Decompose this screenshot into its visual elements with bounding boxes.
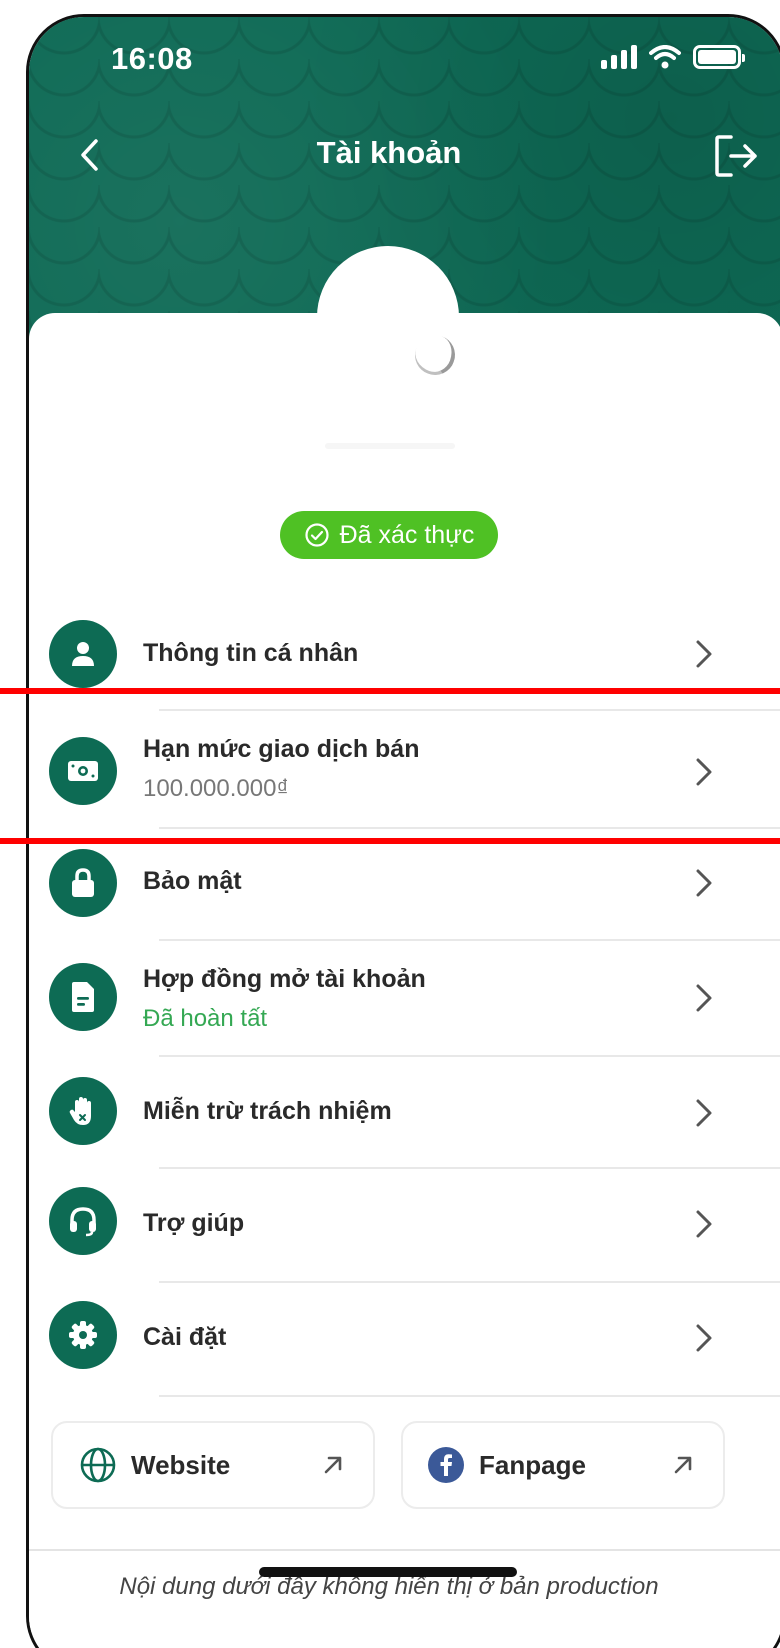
- highlight-line-top: [0, 688, 780, 694]
- person-icon: [49, 620, 117, 688]
- fanpage-label: Fanpage: [479, 1449, 586, 1480]
- website-label: Website: [131, 1449, 231, 1480]
- headset-icon: [49, 1187, 117, 1255]
- menu-title: Miễn trừ trách nhiệm: [143, 1097, 392, 1125]
- document-icon: [49, 963, 117, 1031]
- gear-icon: [49, 1301, 117, 1369]
- footer-note: Nội dung dưới đây không hiển thị ở bản p…: [119, 1573, 659, 1600]
- menu-item-sell-limit[interactable]: Hạn mức giao dịch bán 100.000.000₫: [29, 717, 780, 827]
- footer-divider: [29, 1549, 780, 1551]
- divider: [159, 939, 780, 941]
- highlight-line-bottom: [0, 838, 780, 844]
- divider: [159, 1167, 780, 1169]
- menu-item-account-contract[interactable]: Hợp đồng mở tài khoản Đã hoàn tất: [29, 943, 780, 1053]
- status-icons: [601, 45, 745, 69]
- home-indicator: [259, 1567, 517, 1577]
- verified-badge: Đã xác thực: [280, 511, 498, 559]
- verified-label: Đã xác thực: [339, 520, 475, 549]
- chevron-right-icon: [696, 869, 712, 897]
- divider: [159, 1281, 780, 1283]
- battery-icon: [693, 45, 745, 69]
- chevron-right-icon: [696, 1324, 712, 1352]
- divider: [159, 827, 780, 829]
- lock-icon: [49, 849, 117, 917]
- status-time: 16:08: [111, 41, 193, 76]
- divider: [159, 1395, 780, 1397]
- sell-limit-value: 100.000.000₫: [143, 775, 289, 802]
- logout-button[interactable]: [711, 131, 763, 181]
- arrow-up-right-icon: [324, 1456, 342, 1474]
- divider: [159, 709, 780, 711]
- menu-title: Hợp đồng mở tài khoản: [143, 965, 426, 993]
- menu-item-help[interactable]: Trợ giúp: [29, 1175, 780, 1281]
- name-placeholder: [325, 443, 455, 449]
- phone-frame: 16:08 Tài khoản Đã xác thực Thông tin cá…: [26, 14, 780, 1648]
- menu-title: Hạn mức giao dịch bán: [143, 735, 420, 763]
- website-button[interactable]: Website: [51, 1421, 375, 1509]
- menu-item-disclaimer[interactable]: Miễn trừ trách nhiệm: [29, 1061, 780, 1167]
- hand-stop-icon: [49, 1077, 117, 1145]
- contract-status: Đã hoàn tất: [143, 1005, 268, 1032]
- menu-title: Trợ giúp: [143, 1209, 245, 1237]
- chevron-right-icon: [696, 640, 712, 668]
- menu-title: Cài đặt: [143, 1323, 227, 1351]
- chevron-right-icon: [696, 1210, 712, 1238]
- wifi-icon: [649, 45, 681, 69]
- facebook-icon: [428, 1447, 464, 1483]
- check-circle-icon: [304, 523, 329, 547]
- globe-icon: [80, 1447, 116, 1483]
- fanpage-button[interactable]: Fanpage: [401, 1421, 725, 1509]
- arrow-up-right-icon: [674, 1456, 692, 1474]
- menu-item-security[interactable]: Bảo mật: [29, 835, 780, 935]
- chevron-right-icon: [696, 984, 712, 1012]
- money-icon: [49, 737, 117, 805]
- logout-icon: [715, 135, 757, 177]
- signal-icon: [601, 45, 637, 69]
- chevron-right-icon: [696, 758, 712, 786]
- menu-title: Bảo mật: [143, 867, 242, 895]
- divider: [159, 1055, 780, 1057]
- menu-item-settings[interactable]: Cài đặt: [29, 1289, 780, 1397]
- chevron-right-icon: [696, 1099, 712, 1127]
- menu-title: Thông tin cá nhân: [143, 639, 359, 667]
- page-title: Tài khoản: [316, 135, 462, 170]
